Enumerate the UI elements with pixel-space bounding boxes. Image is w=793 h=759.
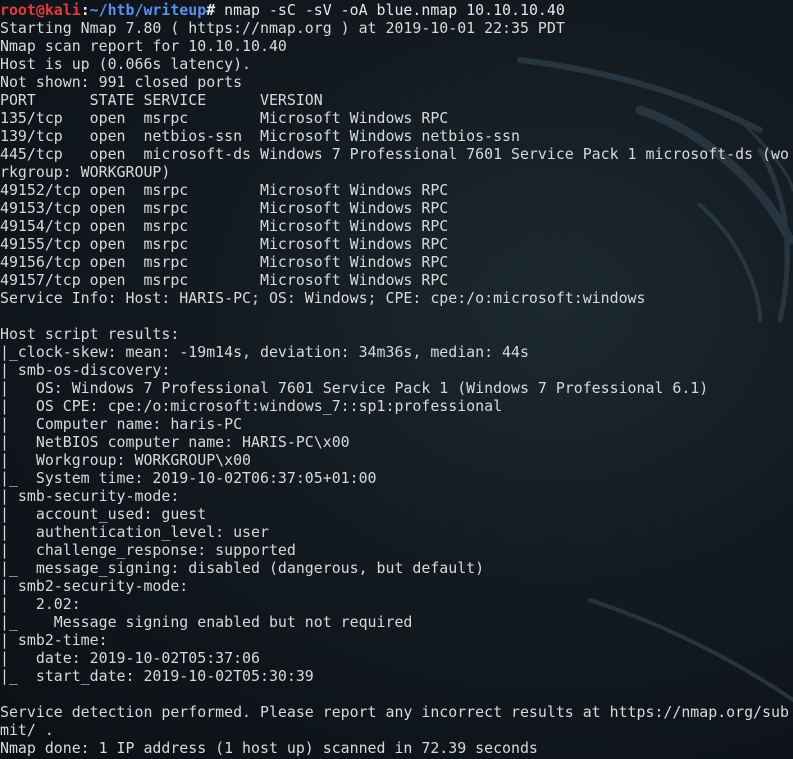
script-output-line: | smb-os-discovery: [0,361,171,379]
script-output-line: |_ start_date: 2019-10-02T05:30:39 [0,667,314,685]
script-output-line: | OS CPE: cpe:/o:microsoft:windows_7::sp… [0,397,503,415]
output-line: Starting Nmap 7.80 ( https://nmap.org ) … [0,19,565,37]
port-row: 139/tcp open netbios-ssn Microsoft Windo… [0,127,520,145]
script-output-line: | OS: Windows 7 Professional 7601 Servic… [0,379,709,397]
script-output-line: | NetBIOS computer name: HARIS-PC\x00 [0,433,350,451]
prompt-path: ~/htb/writeup [89,1,207,19]
script-output-line: |_ Message signing enabled but not requi… [0,613,413,631]
script-output-line: | account_used: guest [0,505,207,523]
script-output-line: |_clock-skew: mean: -19m14s, deviation: … [0,343,529,361]
prompt-separator: : [80,1,90,19]
script-output-line: | authentication_level: user [0,523,269,541]
terminal-output: root@kali:~/htb/writeup# nmap -sC -sV -o… [0,1,793,757]
port-row-wrap: rkgroup: WORKGROUP) [0,163,171,181]
output-line: Service detection performed. Please repo… [0,703,789,721]
script-output-line: |_ System time: 2019-10-02T06:37:05+01:0… [0,469,377,487]
port-row: 135/tcp open msrpc Microsoft Windows RPC [0,109,449,127]
service-info-line: Service Info: Host: HARIS-PC; OS: Window… [0,289,646,307]
script-output-line: |_ message_signing: disabled (dangerous,… [0,559,485,577]
script-output-line: | smb2-time: [0,631,108,649]
nmap-done-line: Nmap done: 1 IP address (1 host up) scan… [0,739,538,757]
script-output-line: | smb2-security-mode: [0,577,189,595]
output-line: Host is up (0.066s latency). [0,55,252,73]
port-row: 49152/tcp open msrpc Microsoft Windows R… [0,181,449,199]
terminal-window[interactable]: root@kali:~/htb/writeup# nmap -sC -sV -o… [0,0,793,759]
port-row: 49155/tcp open msrpc Microsoft Windows R… [0,235,449,253]
output-line: Not shown: 991 closed ports [0,73,243,91]
port-row: 49153/tcp open msrpc Microsoft Windows R… [0,199,449,217]
output-line: mit/ . [0,721,54,739]
prompt-user: root@kali [0,1,81,19]
script-results-heading: Host script results: [0,325,180,343]
script-output-line: | smb-security-mode: [0,487,180,505]
script-output-line: | Computer name: haris-PC [0,415,243,433]
prompt-symbol: # [206,1,216,19]
script-output-line: | date: 2019-10-02T05:37:06 [0,649,260,667]
command-prompt-line: root@kali:~/htb/writeup# nmap -sC -sV -o… [0,1,793,19]
port-table-header: PORT STATE SERVICE VERSION [0,91,323,109]
script-output-line: | Workgroup: WORKGROUP\x00 [0,451,252,469]
command-text: nmap -sC -sV -oA blue.nmap 10.10.10.40 [215,1,565,19]
port-row: 49157/tcp open msrpc Microsoft Windows R… [0,271,449,289]
output-line: Nmap scan report for 10.10.10.40 [0,37,287,55]
port-row: 49156/tcp open msrpc Microsoft Windows R… [0,253,449,271]
port-row: 445/tcp open microsoft-ds Windows 7 Prof… [0,145,789,163]
script-output-line: | challenge_response: supported [0,541,296,559]
port-row: 49154/tcp open msrpc Microsoft Windows R… [0,217,449,235]
script-output-line: | 2.02: [0,595,81,613]
